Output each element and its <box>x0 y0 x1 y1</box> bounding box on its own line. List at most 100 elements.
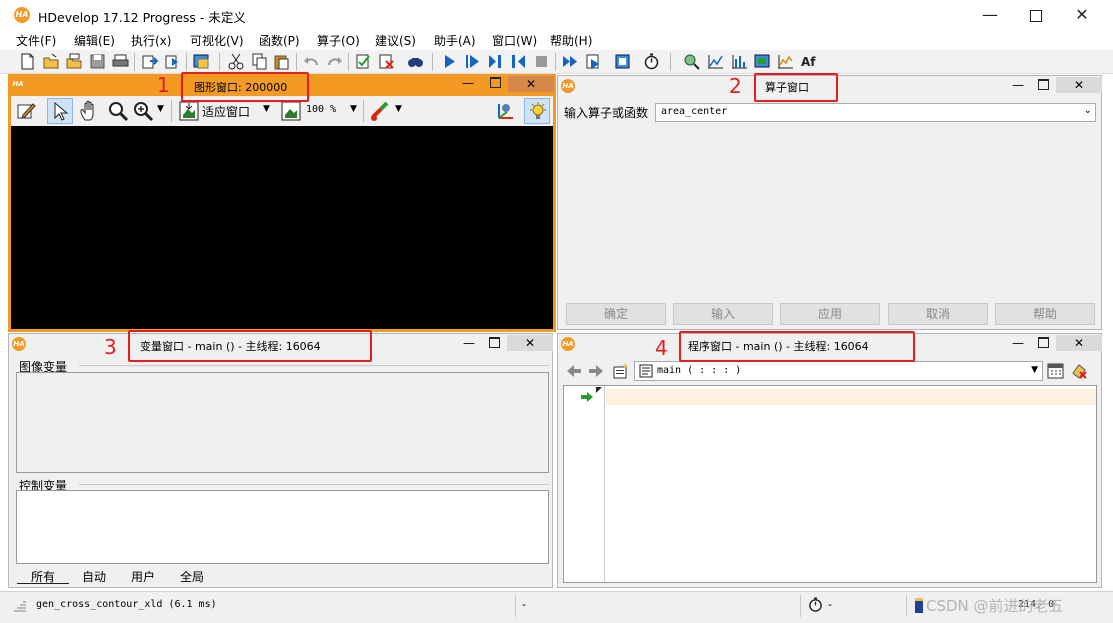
panel-maximize-button[interactable] <box>1038 337 1049 348</box>
panel-minimize-button[interactable]: — <box>1010 334 1026 352</box>
properties-icon[interactable] <box>193 53 210 70</box>
halcon-logo-icon: HA <box>561 79 575 93</box>
feature-histogram-icon[interactable] <box>731 53 748 70</box>
panel-close-button[interactable]: ✕ <box>507 335 553 351</box>
export-icon[interactable] <box>141 53 158 70</box>
activate-icon[interactable] <box>355 53 372 70</box>
step-into-icon[interactable] <box>510 53 527 70</box>
procedure-select-value[interactable]: main ( : : : ) <box>657 365 741 376</box>
fit-window-icon[interactable] <box>179 101 199 121</box>
menu-assistants[interactable]: 助手(A) <box>434 32 476 49</box>
gray-histogram-icon[interactable] <box>707 53 724 70</box>
program-editor[interactable] <box>563 385 1097 583</box>
panel-maximize-button[interactable] <box>489 337 500 348</box>
panel-minimize-button[interactable]: — <box>1010 76 1026 94</box>
cancel-button[interactable]: 取消 <box>888 303 988 325</box>
ocr-icon[interactable]: Af <box>800 53 817 70</box>
close-button[interactable]: ✕ <box>1059 0 1105 30</box>
open-file-icon[interactable] <box>43 53 60 70</box>
zoom-graphics-icon[interactable] <box>683 53 700 70</box>
step-over-icon[interactable] <box>487 53 504 70</box>
find-icon[interactable] <box>407 53 424 70</box>
iconic-variables-area[interactable] <box>16 372 549 473</box>
tab-user[interactable]: 用户 <box>119 568 167 584</box>
panel-close-button[interactable]: ✕ <box>1056 335 1102 351</box>
chevron-down-icon[interactable]: ▼ <box>1031 365 1038 375</box>
menu-suggestions[interactable]: 建议(S) <box>375 32 416 49</box>
open-example-icon[interactable] <box>66 53 83 70</box>
export-program-icon[interactable] <box>164 53 181 70</box>
pointer-tool-button[interactable] <box>47 98 73 124</box>
tab-global[interactable]: 全局 <box>167 568 217 584</box>
menu-help[interactable]: 帮助(H) <box>550 32 592 49</box>
save-icon[interactable] <box>89 53 106 70</box>
chevron-down-icon[interactable]: ⌄ <box>1084 105 1092 116</box>
forward-arrow-icon[interactable] <box>588 363 604 379</box>
zoom-percent-dropdown-icon[interactable]: ▼ <box>350 104 357 114</box>
menu-window[interactable]: 窗口(W) <box>492 32 537 49</box>
panel-minimize-button[interactable]: — <box>460 74 476 92</box>
back-arrow-icon[interactable] <box>566 363 582 379</box>
zoom-percent-icon[interactable] <box>281 101 301 121</box>
redo-icon[interactable] <box>326 53 343 70</box>
line-profile-icon[interactable] <box>777 53 794 70</box>
instrumentation-icon[interactable] <box>614 53 631 70</box>
menu-procedures[interactable]: 函数(P) <box>259 32 300 49</box>
edit-interface-icon[interactable] <box>1047 362 1065 380</box>
operator-input-combobox[interactable]: area_center ⌄ <box>655 103 1096 122</box>
light-toggle-button[interactable] <box>524 98 550 124</box>
print-icon[interactable] <box>112 53 129 70</box>
ok-button[interactable]: 确定 <box>566 303 666 325</box>
deactivate-icon[interactable] <box>378 53 395 70</box>
panel-maximize-button[interactable] <box>1038 79 1049 90</box>
profiler-icon[interactable] <box>643 53 660 70</box>
run-icon[interactable] <box>441 53 458 70</box>
zoom-dropdown-icon[interactable]: ▼ <box>157 104 164 114</box>
panel-maximize-button[interactable] <box>490 77 501 88</box>
menu-edit[interactable]: 编辑(E) <box>74 32 115 49</box>
operator-input-value[interactable]: area_center <box>661 106 727 117</box>
panel-close-button[interactable]: ✕ <box>508 76 554 92</box>
help-button[interactable]: 帮助 <box>995 303 1095 325</box>
hand-move-icon[interactable] <box>79 100 101 122</box>
run-to-insert-icon[interactable] <box>464 53 481 70</box>
menu-operators[interactable]: 算子(O) <box>317 32 360 49</box>
delete-procedure-icon[interactable] <box>1070 362 1088 380</box>
toolbar-separator <box>432 53 433 71</box>
new-file-icon[interactable] <box>19 53 36 70</box>
reset-program-icon[interactable] <box>562 53 579 70</box>
panel-close-button[interactable]: ✕ <box>1056 77 1102 93</box>
stop-icon[interactable] <box>533 53 550 70</box>
color-dropdown-icon[interactable]: ▼ <box>395 104 402 114</box>
cut-icon[interactable] <box>228 53 245 70</box>
draw-pencil-icon[interactable] <box>17 101 37 121</box>
menu-file[interactable]: 文件(F) <box>16 32 56 49</box>
color-settings-icon[interactable] <box>370 100 392 122</box>
feature-inspection-icon[interactable] <box>754 53 771 70</box>
tab-auto[interactable]: 自动 <box>69 568 119 584</box>
zoom-in-icon[interactable] <box>132 100 154 122</box>
undo-icon[interactable] <box>303 53 320 70</box>
new-procedure-icon[interactable] <box>612 362 630 380</box>
memory-gauge-icon <box>915 598 923 613</box>
procedure-select[interactable]: main ( : : : ) ▼ <box>634 361 1043 381</box>
control-variables-area[interactable] <box>16 490 549 564</box>
magnify-icon[interactable] <box>107 100 129 122</box>
annotation-label-3: 3 <box>104 335 117 359</box>
3d-view-icon[interactable] <box>495 100 517 122</box>
menu-execute[interactable]: 执行(x) <box>131 32 171 49</box>
paste-icon[interactable] <box>273 53 290 70</box>
graphics-canvas[interactable] <box>11 126 553 329</box>
copy-icon[interactable] <box>251 53 268 70</box>
fit-dropdown-icon[interactable]: ▼ <box>263 104 270 114</box>
tab-all[interactable]: 所有 <box>17 568 69 584</box>
enter-button[interactable]: 输入 <box>673 303 773 325</box>
panel-minimize-button[interactable]: — <box>461 334 477 352</box>
minimize-button[interactable]: — <box>967 0 1013 30</box>
reset-icon[interactable] <box>585 53 602 70</box>
zoom-percent-label[interactable]: 100 % <box>306 104 336 115</box>
apply-button[interactable]: 应用 <box>780 303 880 325</box>
fit-window-label[interactable]: 适应窗口 <box>202 103 250 120</box>
maximize-button[interactable] <box>1013 0 1059 30</box>
menu-visualization[interactable]: 可视化(V) <box>190 32 244 49</box>
